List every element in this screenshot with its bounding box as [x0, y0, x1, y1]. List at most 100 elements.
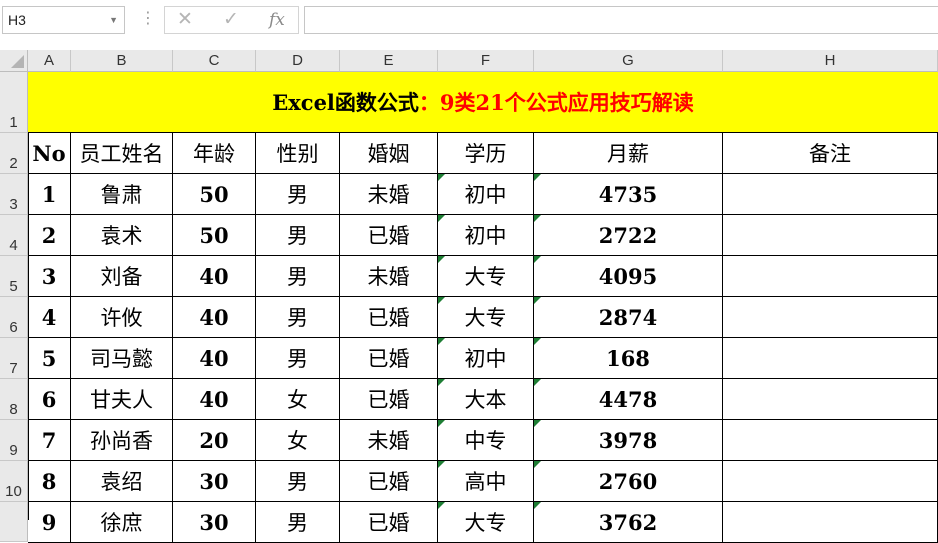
table-cell-b3[interactable]: 鲁肃 — [71, 174, 173, 215]
row-header-11[interactable] — [0, 502, 28, 542]
table-cell-a10[interactable]: 8 — [28, 461, 71, 502]
table-cell-b9[interactable]: 孙尚香 — [71, 420, 173, 461]
table-cell-d10[interactable]: 男 — [256, 461, 340, 502]
table-cell-e11[interactable]: 已婚 — [340, 502, 438, 543]
header-cell-b[interactable]: 员工姓名 — [71, 133, 173, 174]
table-cell-c11[interactable]: 30 — [173, 502, 256, 543]
drag-handle-icon[interactable]: ⋮ — [140, 8, 156, 28]
name-box[interactable]: H3 ▼ — [2, 6, 125, 34]
table-cell-a6[interactable]: 4 — [28, 297, 71, 338]
table-cell-f5[interactable]: 大专 — [438, 256, 534, 297]
table-cell-g4[interactable]: 2722 — [534, 215, 723, 256]
table-cell-e4[interactable]: 已婚 — [340, 215, 438, 256]
table-cell-b4[interactable]: 袁术 — [71, 215, 173, 256]
table-cell-e3[interactable]: 未婚 — [340, 174, 438, 215]
header-cell-f[interactable]: 学历 — [438, 133, 534, 174]
enter-icon[interactable]: ✓ — [223, 8, 239, 32]
table-cell-e10[interactable]: 已婚 — [340, 461, 438, 502]
header-cell-d[interactable]: 性别 — [256, 133, 340, 174]
table-cell-a11[interactable]: 9 — [28, 502, 71, 543]
table-cell-a3[interactable]: 1 — [28, 174, 71, 215]
row-header-3[interactable]: 3 — [0, 174, 28, 215]
table-cell-b7[interactable]: 司马懿 — [71, 338, 173, 379]
header-cell-h[interactable]: 备注 — [723, 133, 938, 174]
table-cell-f7[interactable]: 初中 — [438, 338, 534, 379]
table-cell-d4[interactable]: 男 — [256, 215, 340, 256]
header-cell-a[interactable]: No — [28, 133, 71, 174]
table-cell-e5[interactable]: 未婚 — [340, 256, 438, 297]
row-header-9[interactable]: 9 — [0, 420, 28, 461]
table-cell-b11[interactable]: 徐庶 — [71, 502, 173, 543]
column-header-g[interactable]: G — [534, 50, 723, 72]
table-cell-a8[interactable]: 6 — [28, 379, 71, 420]
row-header-1[interactable]: 1 — [0, 72, 28, 133]
cancel-icon[interactable]: ✕ — [177, 8, 193, 32]
table-cell-d3[interactable]: 男 — [256, 174, 340, 215]
table-cell-f4[interactable]: 初中 — [438, 215, 534, 256]
table-cell-c9[interactable]: 20 — [173, 420, 256, 461]
insert-function-icon[interactable]: fx — [269, 8, 285, 32]
table-cell-f6[interactable]: 大专 — [438, 297, 534, 338]
row-header-8[interactable]: 8 — [0, 379, 28, 420]
column-header-e[interactable]: E — [340, 50, 438, 72]
column-header-h[interactable]: H — [723, 50, 938, 72]
table-cell-h3[interactable] — [723, 174, 938, 215]
table-cell-h5[interactable] — [723, 256, 938, 297]
table-cell-c3[interactable]: 50 — [173, 174, 256, 215]
table-cell-g11[interactable]: 3762 — [534, 502, 723, 543]
header-cell-e[interactable]: 婚姻 — [340, 133, 438, 174]
table-cell-h11[interactable] — [723, 502, 938, 543]
table-cell-g3[interactable]: 4735 — [534, 174, 723, 215]
table-cell-a4[interactable]: 2 — [28, 215, 71, 256]
row-header-2[interactable]: 2 — [0, 133, 28, 174]
table-cell-a9[interactable]: 7 — [28, 420, 71, 461]
table-cell-b8[interactable]: 甘夫人 — [71, 379, 173, 420]
select-all-button[interactable] — [0, 50, 28, 72]
table-cell-c7[interactable]: 40 — [173, 338, 256, 379]
row-header-7[interactable]: 7 — [0, 338, 28, 379]
table-cell-d11[interactable]: 男 — [256, 502, 340, 543]
table-cell-d5[interactable]: 男 — [256, 256, 340, 297]
title-cell[interactable]: Excel函数公式 ：9类21个公式应用技巧解读 — [28, 72, 938, 133]
header-cell-g[interactable]: 月薪 — [534, 133, 723, 174]
table-cell-h9[interactable] — [723, 420, 938, 461]
table-cell-g10[interactable]: 2760 — [534, 461, 723, 502]
table-cell-b5[interactable]: 刘备 — [71, 256, 173, 297]
table-cell-d6[interactable]: 男 — [256, 297, 340, 338]
table-cell-h7[interactable] — [723, 338, 938, 379]
table-cell-f3[interactable]: 初中 — [438, 174, 534, 215]
table-cell-g9[interactable]: 3978 — [534, 420, 723, 461]
table-cell-c4[interactable]: 50 — [173, 215, 256, 256]
table-cell-c5[interactable]: 40 — [173, 256, 256, 297]
formula-input[interactable] — [304, 6, 938, 34]
row-header-4[interactable]: 4 — [0, 215, 28, 256]
column-header-a[interactable]: A — [28, 50, 71, 72]
table-cell-f11[interactable]: 大专 — [438, 502, 534, 543]
table-cell-h10[interactable] — [723, 461, 938, 502]
table-cell-d9[interactable]: 女 — [256, 420, 340, 461]
table-cell-f9[interactable]: 中专 — [438, 420, 534, 461]
row-header-6[interactable]: 6 — [0, 297, 28, 338]
table-cell-c8[interactable]: 40 — [173, 379, 256, 420]
table-cell-g5[interactable]: 4095 — [534, 256, 723, 297]
row-header-10[interactable]: 10 — [0, 461, 28, 502]
table-cell-c10[interactable]: 30 — [173, 461, 256, 502]
table-cell-a7[interactable]: 5 — [28, 338, 71, 379]
table-cell-d8[interactable]: 女 — [256, 379, 340, 420]
column-header-b[interactable]: B — [71, 50, 173, 72]
row-header-5[interactable]: 5 — [0, 256, 28, 297]
table-cell-g8[interactable]: 4478 — [534, 379, 723, 420]
table-cell-d7[interactable]: 男 — [256, 338, 340, 379]
table-cell-h6[interactable] — [723, 297, 938, 338]
chevron-down-icon[interactable]: ▼ — [109, 7, 118, 33]
table-cell-c6[interactable]: 40 — [173, 297, 256, 338]
table-cell-b10[interactable]: 袁绍 — [71, 461, 173, 502]
column-header-f[interactable]: F — [438, 50, 534, 72]
table-cell-h8[interactable] — [723, 379, 938, 420]
table-cell-b6[interactable]: 许攸 — [71, 297, 173, 338]
table-cell-e9[interactable]: 未婚 — [340, 420, 438, 461]
table-cell-a5[interactable]: 3 — [28, 256, 71, 297]
table-cell-g7[interactable]: 168 — [534, 338, 723, 379]
table-cell-f10[interactable]: 高中 — [438, 461, 534, 502]
table-cell-g6[interactable]: 2874 — [534, 297, 723, 338]
